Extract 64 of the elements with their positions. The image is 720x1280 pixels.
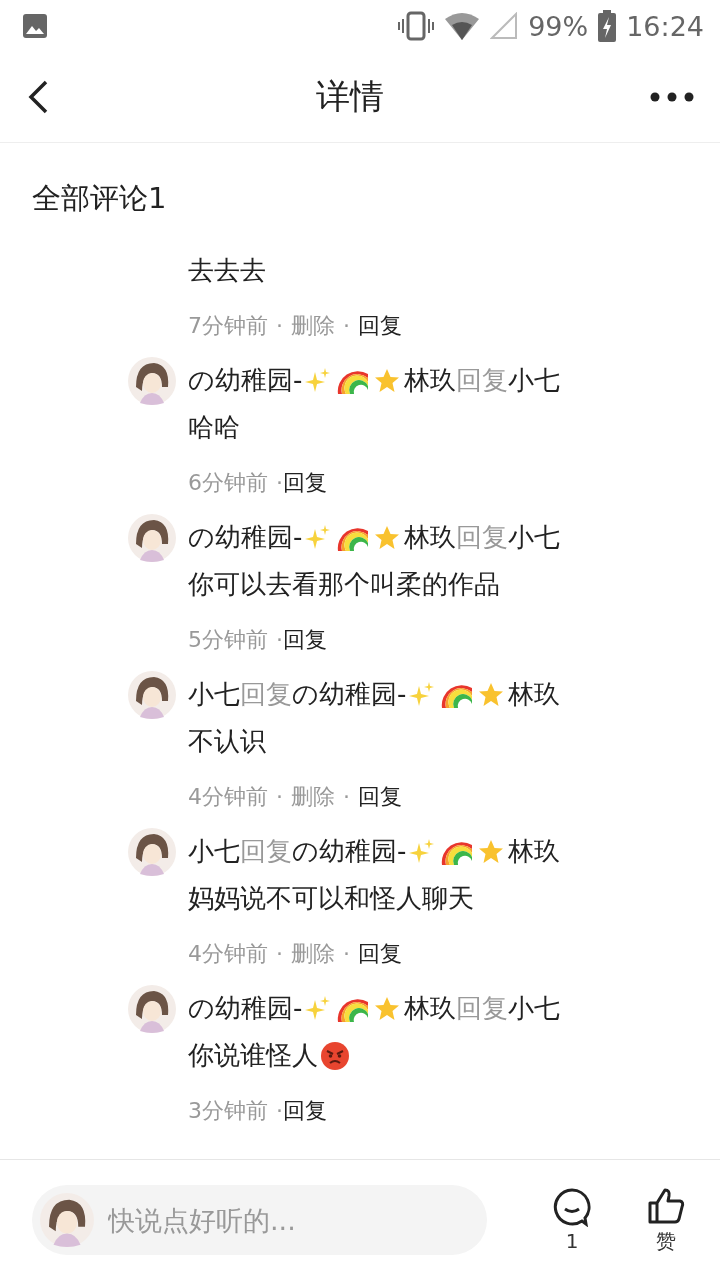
reply-target-name: の幼稚园- xyxy=(292,678,407,711)
comment-icon xyxy=(552,1187,592,1227)
vibrate-icon xyxy=(398,11,435,41)
like-button[interactable]: 赞 xyxy=(636,1185,696,1255)
reply-link[interactable]: 回复 xyxy=(358,773,402,820)
author-name: 林玖 xyxy=(404,364,457,397)
comment-text: 妈妈说不可以和怪人聊天 xyxy=(188,882,474,915)
comment-button[interactable]: 1 xyxy=(542,1187,602,1253)
battery-percent: 99% xyxy=(528,10,589,42)
reply-target-name: 小七 xyxy=(508,992,561,1025)
comment-input[interactable]: 快说点好听的... xyxy=(106,1203,487,1237)
comment-text: 你说谁怪人 xyxy=(188,1039,318,1072)
comment-text: 哈哈 xyxy=(188,411,240,444)
comment-text: 去去去 xyxy=(188,254,266,287)
comments-heading: 全部评论1 xyxy=(32,180,168,217)
reply-link[interactable]: 回复 xyxy=(283,616,327,663)
reply-link[interactable]: 回复 xyxy=(283,459,327,506)
separator-dot: · xyxy=(276,1097,283,1125)
separator-dot: · xyxy=(343,940,350,968)
more-icon xyxy=(650,91,694,103)
reply-target-name: の幼稚园- xyxy=(292,835,407,868)
separator-dot: · xyxy=(276,469,283,497)
comment-time: 3分钟前 xyxy=(188,1097,268,1125)
wifi-icon xyxy=(444,11,481,41)
signal-icon xyxy=(490,12,519,40)
author-name: 林玖 xyxy=(404,521,457,554)
author-name: 林玖 xyxy=(404,992,457,1025)
separator-dot: · xyxy=(276,940,283,968)
page-title: 详情 xyxy=(316,75,384,118)
author-name: 小七 xyxy=(188,678,240,711)
comment-text: 不认识 xyxy=(188,725,266,758)
author-name: の幼稚园- xyxy=(188,521,303,554)
angry-face-icon xyxy=(320,1040,350,1071)
comment-time: 7分钟前 xyxy=(188,312,268,340)
reply-target-name: 林玖 xyxy=(508,835,561,868)
reply-word: 回复 xyxy=(456,364,509,397)
battery-charging-icon xyxy=(598,10,617,42)
comment-input-bar[interactable]: 快说点好听的... xyxy=(32,1185,487,1255)
reply-word: 回复 xyxy=(240,835,292,868)
author-name: の幼稚园- xyxy=(188,364,303,397)
back-icon xyxy=(26,79,50,115)
image-icon xyxy=(22,13,48,39)
separator-dot: · xyxy=(276,626,283,654)
reply-target-name: 小七 xyxy=(508,521,561,554)
comment-time: 6分钟前 xyxy=(188,469,268,497)
reply-link[interactable]: 回复 xyxy=(358,302,402,349)
reply-link[interactable]: 回复 xyxy=(358,930,402,977)
reply-target-name: 小七 xyxy=(508,364,561,397)
clock: 16:24 xyxy=(626,10,704,42)
reply-word: 回复 xyxy=(240,678,292,711)
author-name: 小七 xyxy=(188,835,240,868)
separator-dot: · xyxy=(343,312,350,340)
comment-time: 4分钟前 xyxy=(188,783,268,811)
reply-link[interactable]: 回复 xyxy=(283,1087,327,1134)
comment-text: 你可以去看那个叫柔的作品 xyxy=(188,568,500,601)
reply-target-name: 林玖 xyxy=(508,678,561,711)
comment-time: 5分钟前 xyxy=(188,626,268,654)
comment-time: 4分钟前 xyxy=(188,940,268,968)
reply-word: 回复 xyxy=(456,521,509,554)
separator-dot: · xyxy=(276,783,283,811)
separator-dot: · xyxy=(276,312,283,340)
reply-word: 回复 xyxy=(456,992,509,1025)
separator-dot: · xyxy=(343,783,350,811)
author-name: の幼稚园- xyxy=(188,992,303,1025)
